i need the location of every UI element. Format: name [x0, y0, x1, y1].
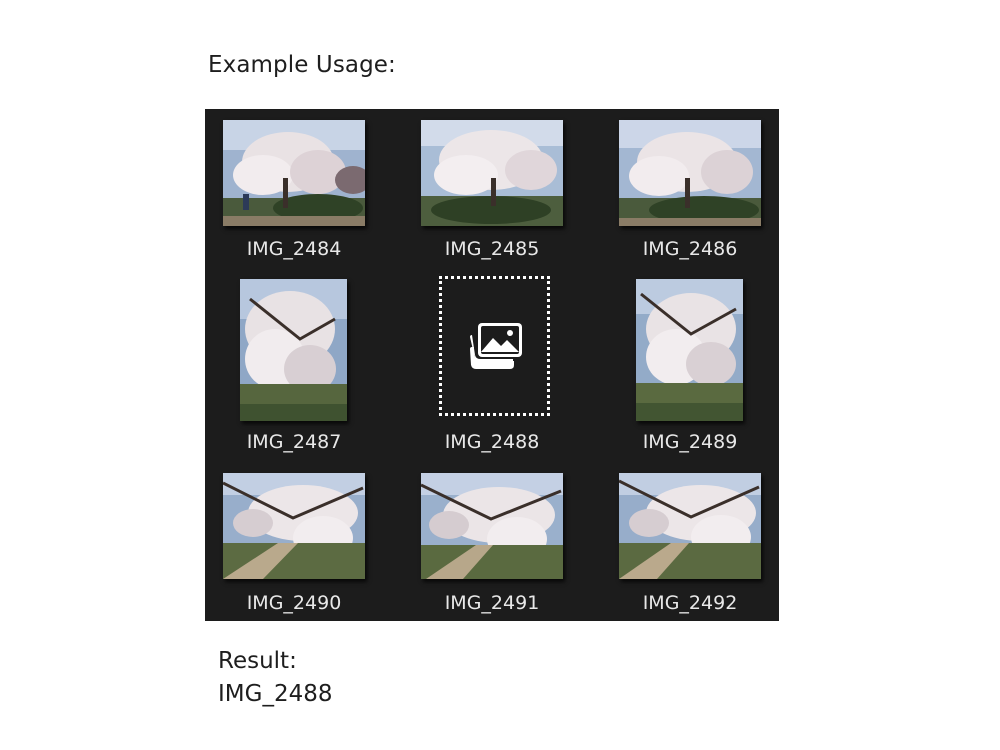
thumbnail-image: [240, 279, 347, 421]
thumbnail-image: [619, 473, 761, 579]
gallery-item[interactable]: IMG_2491: [411, 462, 591, 621]
image-gallery-grid: IMG_2484 IMG_2485 IMG_2486 IMG_2487 IMG_…: [205, 109, 779, 621]
result-label: Result:: [218, 648, 297, 674]
example-usage-heading: Example Usage:: [208, 52, 396, 78]
page: Example Usage: IMG_2484 IMG_2485 IMG_248…: [0, 0, 1000, 750]
thumbnail-caption: IMG_2487: [246, 431, 342, 453]
gallery-item[interactable]: IMG_2487: [213, 269, 393, 459]
thumbnail-caption: IMG_2489: [642, 431, 738, 453]
result-value: IMG_2488: [218, 681, 333, 707]
thumbnail-image: [636, 279, 743, 421]
thumbnail-caption: IMG_2492: [642, 592, 738, 614]
thumbnail-caption: IMG_2484: [246, 238, 342, 260]
thumbnail-caption: IMG_2488: [444, 431, 540, 453]
thumbnail-image: [421, 473, 563, 579]
gallery-item-selected[interactable]: IMG_2488: [411, 109, 591, 459]
thumbnail-caption: IMG_2491: [444, 592, 540, 614]
photos-icon: [469, 323, 522, 369]
image-placeholder[interactable]: [439, 276, 550, 416]
gallery-item[interactable]: IMG_2490: [213, 462, 393, 621]
thumbnail-image: [223, 473, 365, 579]
thumbnail-image: [223, 120, 365, 226]
gallery-item[interactable]: IMG_2484: [213, 109, 393, 269]
gallery-item[interactable]: IMG_2492: [609, 462, 789, 621]
thumbnail-caption: IMG_2486: [642, 238, 738, 260]
thumbnail-image: [619, 120, 761, 226]
gallery-item[interactable]: IMG_2486: [609, 109, 789, 269]
gallery-item[interactable]: IMG_2489: [609, 269, 789, 459]
thumbnail-caption: IMG_2490: [246, 592, 342, 614]
